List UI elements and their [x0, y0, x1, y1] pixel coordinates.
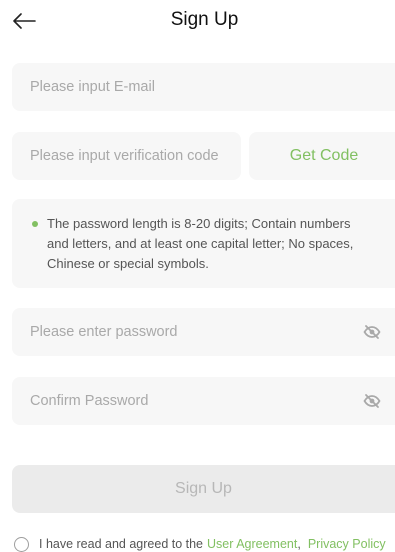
agreement-prefix: I have read and agreed to the [39, 537, 204, 551]
agreement-radio[interactable] [14, 536, 29, 552]
password-visibility-toggle[interactable] [363, 324, 381, 340]
confirm-password-input[interactable] [12, 377, 395, 425]
password-hint-line: Chinese or special symbols. [47, 256, 209, 271]
password-hint-text: The password length is 8-20 digits; Cont… [47, 214, 353, 274]
password-hint-line: The password length is 8-20 digits; Cont… [47, 216, 351, 231]
sign-up-button[interactable]: Sign Up [12, 465, 395, 513]
page-title: Sign Up [170, 9, 239, 30]
sign-up-screen: Sign Up Get Code The password length is … [0, 0, 395, 552]
agreement-row: I have read and agreed to the User Agree… [14, 536, 386, 552]
email-input[interactable] [12, 63, 395, 111]
password-input[interactable] [12, 308, 395, 356]
password-hint-box: The password length is 8-20 digits; Cont… [12, 199, 395, 288]
user-agreement-link[interactable]: User Agreement [207, 537, 297, 551]
top-bar: Sign Up [0, 0, 395, 44]
email-field[interactable] [12, 63, 395, 111]
verification-code-input[interactable] [12, 132, 241, 180]
dot-icon [32, 221, 38, 227]
confirm-password-visibility-toggle[interactable] [363, 393, 381, 409]
password-hint-line: and letters, and at least one capital le… [47, 236, 354, 251]
verification-code-field[interactable] [12, 132, 241, 180]
eye-off-icon [363, 325, 381, 339]
eye-off-icon [363, 394, 381, 408]
confirm-password-field[interactable] [12, 377, 395, 425]
privacy-policy-link[interactable]: Privacy Policy [308, 537, 386, 551]
password-field[interactable] [12, 308, 395, 356]
agreement-separator: , [297, 537, 301, 551]
get-code-button[interactable]: Get Code [249, 132, 395, 180]
